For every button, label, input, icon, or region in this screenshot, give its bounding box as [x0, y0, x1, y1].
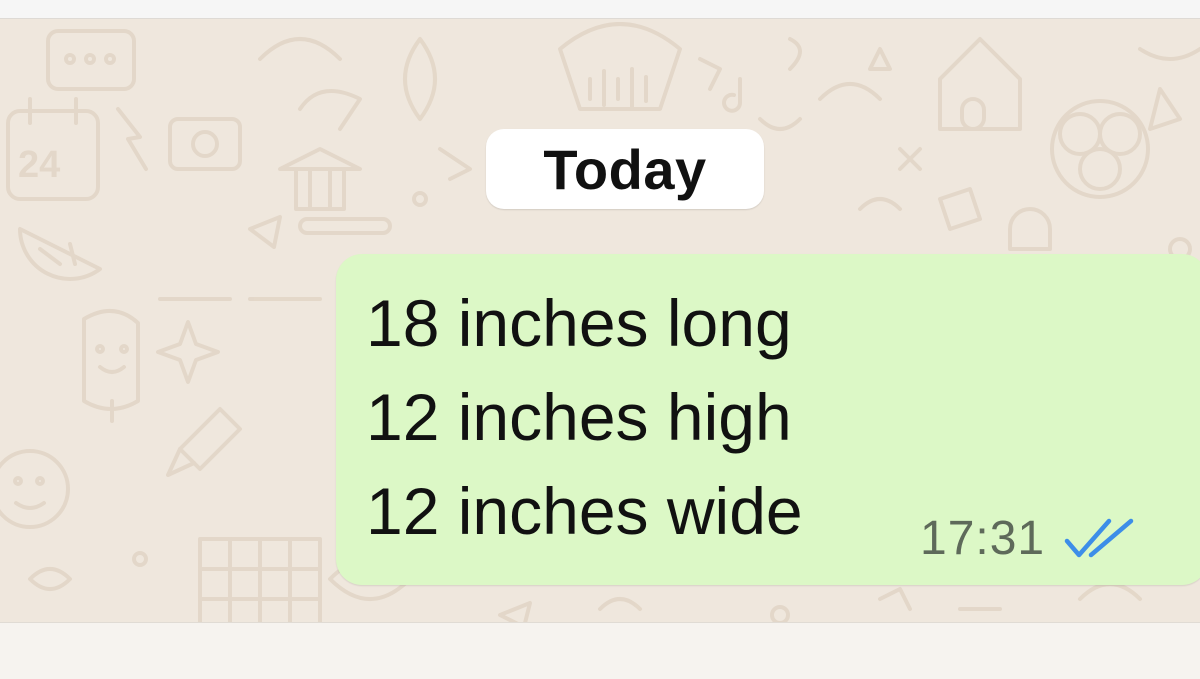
- message-line: 12 inches wide: [366, 474, 803, 548]
- date-separator: Today: [486, 129, 764, 209]
- double-check-read-icon: [1064, 518, 1134, 557]
- outgoing-message-bubble[interactable]: 18 inches long 12 inches high 12 inches …: [336, 254, 1200, 585]
- message-line: 18 inches long: [366, 286, 792, 360]
- svg-text:24: 24: [18, 144, 60, 186]
- message-line: 12 inches high: [366, 380, 792, 454]
- chat-area[interactable]: 24 Today 18 inches long 12 inches high 1…: [0, 19, 1200, 622]
- bottom-bar: [0, 622, 1200, 679]
- message-timestamp: 17:31: [920, 512, 1046, 565]
- top-bar: [0, 0, 1200, 19]
- date-separator-label: Today: [543, 137, 707, 201]
- message-text: 18 inches long 12 inches high 12 inches …: [366, 276, 803, 558]
- message-meta: 17:31: [920, 511, 1137, 566]
